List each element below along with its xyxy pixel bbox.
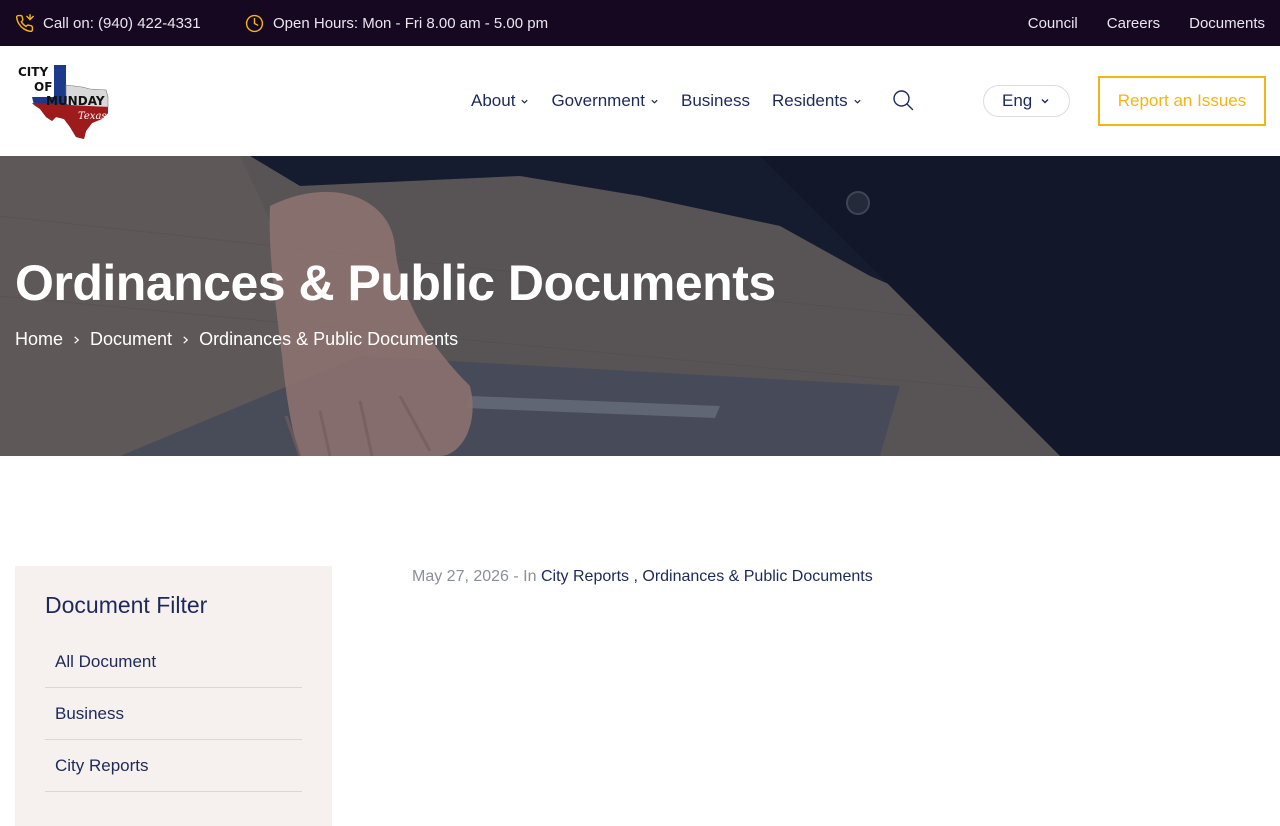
nav-business[interactable]: Business — [681, 91, 750, 111]
chevron-down-icon — [853, 99, 861, 104]
post-in-label: - In — [513, 568, 537, 585]
top-link-careers[interactable]: Careers — [1107, 15, 1160, 32]
nav-business-label: Business — [680, 91, 750, 110]
document-filter-panel: Document Filter All Document Business Ci… — [15, 566, 332, 826]
logo-text-munday: MUNDAY — [46, 94, 105, 108]
report-issue-button[interactable]: Report an Issues — [1098, 76, 1266, 126]
breadcrumb-document[interactable]: Document — [90, 329, 172, 350]
breadcrumb-current: Ordinances & Public Documents — [199, 329, 459, 349]
filter-item-city-reports[interactable]: City Reports — [45, 740, 302, 792]
logo-text-city: CITY — [18, 65, 49, 79]
filter-list: All Document Business City Reports — [45, 636, 302, 792]
filter-title: Document Filter — [45, 592, 208, 618]
category-link-city-reports[interactable]: City Reports — [541, 568, 629, 585]
nav-government[interactable]: Government — [551, 91, 659, 111]
page-title: Ordinances & Public Documents — [15, 255, 776, 311]
phone-info[interactable]: Call on: (940) 422-4331 — [15, 0, 201, 46]
filter-item-all-document[interactable]: All Document — [45, 636, 302, 688]
language-label: Eng — [1002, 91, 1033, 110]
phone-text: Call on: (940) 422-4331 — [43, 14, 201, 32]
category-separator: , — [633, 568, 638, 585]
top-link-documents[interactable]: Documents — [1189, 15, 1265, 32]
chevron-down-icon — [521, 99, 529, 104]
chevron-down-icon — [651, 99, 658, 104]
logo-text-of: OF — [34, 80, 53, 94]
search-button[interactable] — [891, 88, 915, 112]
nav-residents-label: Residents — [771, 91, 848, 110]
top-link-council[interactable]: Council — [1028, 15, 1078, 32]
clock-icon — [245, 14, 264, 33]
breadcrumb: Home Document Ordinances & Public Docume… — [15, 329, 458, 350]
phone-icon — [15, 13, 34, 33]
search-icon — [893, 90, 914, 111]
top-bar: Call on: (940) 422-4331 Open Hours: Mon … — [0, 0, 1280, 46]
chevron-right-icon — [183, 335, 189, 344]
chevron-right-icon — [74, 335, 80, 344]
nav-about[interactable]: About — [471, 91, 529, 111]
hours-text: Open Hours: Mon - Fri 8.00 am - 5.00 pm — [273, 14, 549, 32]
language-select[interactable]: Eng — [983, 85, 1070, 117]
hours-info: Open Hours: Mon - Fri 8.00 am - 5.00 pm — [245, 0, 548, 46]
breadcrumb-home[interactable]: Home — [15, 329, 63, 350]
nav-residents[interactable]: Residents — [772, 91, 862, 111]
hero-banner: Ordinances & Public Documents Home Docum… — [0, 156, 1280, 456]
nav-about-label: About — [471, 91, 516, 110]
main-nav: About Government Business Residents — [471, 46, 884, 156]
chevron-down-icon — [1041, 99, 1049, 104]
city-logo[interactable]: CITY OF MUNDAY Texas — [16, 63, 112, 141]
category-link-ordinances[interactable]: Ordinances & Public Documents — [642, 568, 872, 585]
logo-script: Texas — [78, 111, 107, 122]
top-links: Council Careers Documents — [1028, 0, 1265, 46]
post-meta: May 27, 2026 - In City Reports , Ordinan… — [412, 568, 873, 586]
nav-government-label: Government — [551, 91, 645, 110]
filter-item-business[interactable]: Business — [45, 688, 302, 740]
site-header: CITY OF MUNDAY Texas About Government Bu… — [0, 46, 1280, 156]
post-date: May 27, 2026 — [412, 568, 509, 585]
